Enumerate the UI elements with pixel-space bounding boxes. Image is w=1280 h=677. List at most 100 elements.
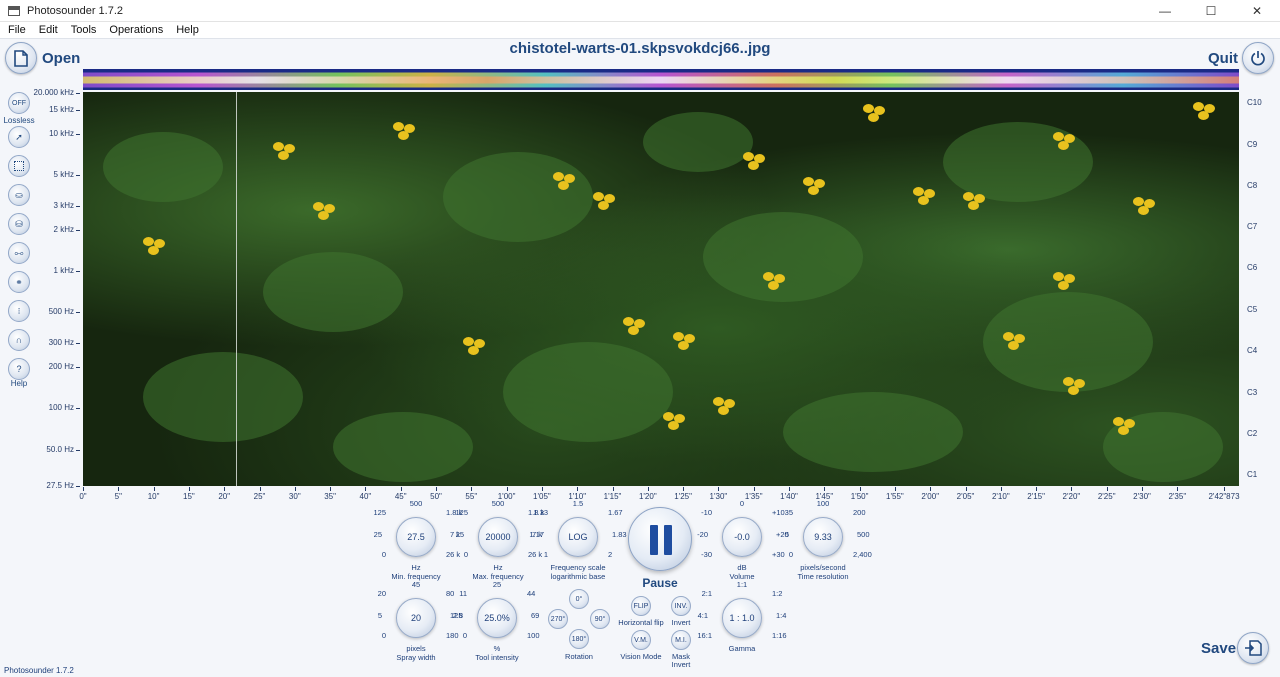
menu-help[interactable]: Help bbox=[171, 24, 204, 36]
time-axis-tick bbox=[753, 487, 755, 491]
time-axis-tick bbox=[965, 487, 967, 491]
lossless-toggle[interactable]: OFF bbox=[8, 92, 30, 114]
pointer-tool[interactable]: ➚ bbox=[8, 126, 30, 148]
dropper-icon: ⁝ bbox=[17, 305, 21, 316]
rotate-0-button[interactable]: 0° bbox=[569, 589, 589, 609]
close-button[interactable]: ✕ bbox=[1234, 0, 1280, 22]
intensity-knob[interactable]: 25.0% bbox=[477, 598, 517, 638]
maximize-button[interactable]: ☐ bbox=[1188, 0, 1234, 22]
intensity-tick-label: 0 bbox=[462, 631, 467, 640]
maxfreq-tick-label: 0 bbox=[463, 550, 468, 559]
volume-knob[interactable]: -0.0 bbox=[722, 517, 762, 557]
gamma-tick-label: 16:1 bbox=[697, 631, 712, 640]
help-button[interactable]: ? bbox=[8, 358, 30, 380]
clone-tool[interactable]: ⚭ bbox=[8, 271, 30, 293]
time-axis-label: 35" bbox=[324, 492, 336, 501]
spray-tick-label: 80 bbox=[446, 589, 455, 598]
minfreq-tick-label: 26 k bbox=[446, 550, 461, 559]
pause-icon bbox=[650, 525, 658, 555]
time-axis-label: 1'25" bbox=[674, 492, 692, 501]
bucket-icon: ⛁ bbox=[15, 218, 23, 229]
mask-invert-caption-2: Invert bbox=[671, 660, 691, 669]
freq-axis-label: 100 Hz bbox=[0, 403, 80, 412]
time-axis-tick bbox=[365, 487, 367, 491]
spray-tick-label: 20 bbox=[377, 589, 386, 598]
spectrogram-image[interactable] bbox=[83, 92, 1239, 486]
freqscale-knob[interactable]: LOG bbox=[558, 517, 598, 557]
minfreq-knob[interactable]: 27.5 bbox=[396, 517, 436, 557]
timeres-tick-label: 2,400 bbox=[853, 550, 872, 559]
time-axis-label: 2'05" bbox=[956, 492, 975, 501]
time-axis-label: 2'15" bbox=[1027, 492, 1045, 501]
intensity-tick-label: 100 bbox=[527, 631, 540, 640]
pause-button[interactable] bbox=[628, 507, 692, 571]
freqscale-tick-label: 1.33 bbox=[533, 508, 548, 517]
time-axis-tick bbox=[471, 487, 473, 491]
time-axis-tick bbox=[541, 487, 543, 491]
note-axis-label: C1 bbox=[1247, 470, 1258, 479]
time-axis-tick bbox=[1106, 487, 1108, 491]
rotate-180-button[interactable]: 180° bbox=[569, 629, 589, 649]
spray-tick-label: 5 bbox=[377, 611, 382, 620]
intensity-tick-label: 44 bbox=[527, 589, 536, 598]
fill-tool[interactable]: ⛀ bbox=[8, 184, 30, 206]
time-axis-tick bbox=[1224, 487, 1225, 491]
invert-button[interactable]: INV. bbox=[671, 596, 691, 616]
pause-label: Pause bbox=[642, 576, 678, 590]
time-axis-tick bbox=[118, 487, 120, 491]
rotate-270-button[interactable]: 270° bbox=[548, 609, 568, 629]
time-axis-tick bbox=[1036, 487, 1038, 491]
timeres-caption: Time resolution bbox=[797, 572, 849, 581]
timeres-knob[interactable]: 9.33 bbox=[803, 517, 843, 557]
menu-operations[interactable]: Operations bbox=[104, 24, 168, 36]
timeres-tick-label: 0 bbox=[788, 550, 793, 559]
time-axis-tick bbox=[930, 487, 932, 491]
quit-label[interactable]: Quit bbox=[1208, 50, 1238, 67]
spray-tool[interactable]: ⧟ bbox=[8, 242, 30, 264]
time-axis-label: 1'55" bbox=[886, 492, 904, 501]
menu-tools[interactable]: Tools bbox=[66, 24, 102, 36]
intensity-tick-label: 25 bbox=[492, 580, 502, 589]
minfreq-tick-label: 0 bbox=[381, 550, 386, 559]
save-label[interactable]: Save bbox=[1201, 640, 1236, 657]
app-icon bbox=[8, 5, 20, 16]
flip-button[interactable]: FLIP bbox=[631, 596, 651, 616]
minimize-button[interactable]: — bbox=[1142, 0, 1188, 22]
power-icon bbox=[1251, 51, 1265, 66]
time-axis-label: 30" bbox=[288, 492, 301, 501]
dropper-tool[interactable]: ⁝ bbox=[8, 300, 30, 322]
menu-bar: File Edit Tools Operations Help bbox=[0, 22, 1280, 39]
vision-mode-button[interactable]: V.M. bbox=[631, 630, 651, 650]
pot-icon: ⛀ bbox=[15, 189, 23, 200]
gamma-tick-label: 1:4 bbox=[776, 611, 787, 620]
note-axis-label: C6 bbox=[1247, 263, 1258, 272]
playback-cursor[interactable] bbox=[236, 92, 237, 486]
menu-file[interactable]: File bbox=[3, 24, 31, 36]
maxfreq-tick-label: 125 bbox=[455, 508, 468, 517]
file-name-title: chistotel-warts-01.skpsvokdcj66..jpg bbox=[509, 40, 771, 57]
clone-icon: ⚭ bbox=[15, 276, 23, 287]
mask-invert-button[interactable]: M.I. bbox=[671, 630, 691, 650]
maxfreq-knob[interactable]: 20000 bbox=[478, 517, 518, 557]
save-button[interactable] bbox=[1237, 632, 1269, 664]
gamma-tick-label: 2:1 bbox=[701, 589, 712, 598]
title-bar: Photosounder 1.7.2 — ☐ ✕ bbox=[0, 0, 1280, 22]
note-axis-label: C7 bbox=[1247, 222, 1258, 231]
freqscale-tick-label: 1.67 bbox=[608, 508, 623, 517]
time-axis-tick bbox=[153, 487, 155, 491]
time-axis-label: 40" bbox=[359, 492, 372, 501]
spray-knob[interactable]: 20 bbox=[396, 598, 436, 638]
note-axis-label: C2 bbox=[1247, 429, 1258, 438]
menu-edit[interactable]: Edit bbox=[34, 24, 63, 36]
quit-button[interactable] bbox=[1242, 42, 1274, 74]
selection-tool[interactable] bbox=[8, 155, 30, 177]
bucket-tool[interactable]: ⛁ bbox=[8, 213, 30, 235]
maxfreq-tick-label: 500 bbox=[491, 499, 505, 508]
time-axis-tick bbox=[83, 487, 84, 491]
question-icon: ? bbox=[16, 364, 22, 374]
time-axis-tick bbox=[789, 487, 790, 491]
time-axis-label: 2'30" bbox=[1133, 492, 1151, 501]
magnet-tool[interactable]: ∩ bbox=[8, 329, 30, 351]
waveform-overview[interactable] bbox=[83, 69, 1239, 90]
intensity-tick-label: 69 bbox=[531, 611, 540, 620]
